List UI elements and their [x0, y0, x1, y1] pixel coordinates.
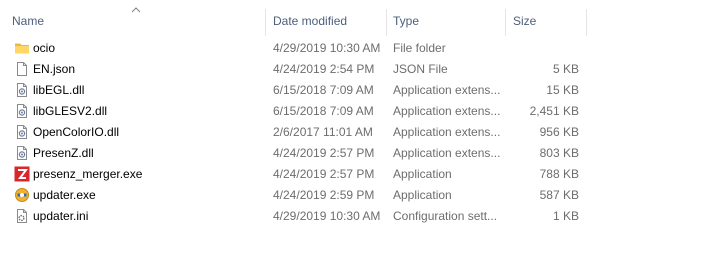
column-divider[interactable] — [586, 9, 587, 36]
file-name: OpenColorIO.dll — [33, 125, 120, 139]
file-type: Application extens... — [393, 146, 501, 160]
file-size: 587 KB — [539, 188, 579, 202]
file-date-modified: 4/24/2019 2:57 PM — [273, 167, 375, 181]
settings-file-icon — [14, 208, 30, 224]
file-rows: ocio 4/29/2019 10:30 AM File folder EN.j… — [0, 38, 712, 227]
file-name: libEGL.dll — [33, 83, 85, 97]
column-header-date-modified[interactable]: Date modified — [273, 12, 383, 30]
file-row[interactable]: EN.json 4/24/2019 2:54 PM JSON File 5 KB — [0, 59, 712, 80]
file-row[interactable]: updater.ini 4/29/2019 10:30 AM Configura… — [0, 206, 712, 227]
dll-icon — [14, 145, 30, 161]
file-size: 788 KB — [539, 167, 579, 181]
file-row[interactable]: PresenZ.dll 4/24/2019 2:57 PM Applicatio… — [0, 143, 712, 164]
file-row[interactable]: libGLESV2.dll 6/15/2018 7:09 AM Applicat… — [0, 101, 712, 122]
dll-icon — [14, 103, 30, 119]
presenz-app-icon — [14, 166, 30, 182]
file-row[interactable]: presenz_merger.exe 4/24/2019 2:57 PM App… — [0, 164, 712, 185]
file-row[interactable]: ocio 4/29/2019 10:30 AM File folder — [0, 38, 712, 59]
file-size: 15 KB — [546, 83, 579, 97]
file-date-modified: 4/29/2019 10:30 AM — [273, 41, 381, 55]
file-list-view: Name Date modified Type Size ocio 4/29/2… — [0, 0, 712, 265]
file-type: File folder — [393, 41, 446, 55]
file-name: updater.ini — [33, 209, 89, 223]
file-type: Configuration sett... — [393, 209, 498, 223]
column-header-bar: Name Date modified Type Size — [0, 0, 712, 37]
column-header-size[interactable]: Size — [513, 12, 583, 30]
column-divider[interactable] — [265, 9, 266, 36]
file-row[interactable]: updater.exe 4/24/2019 2:59 PM Applicatio… — [0, 185, 712, 206]
column-divider[interactable] — [386, 9, 387, 36]
file-date-modified: 6/15/2018 7:09 AM — [273, 83, 374, 97]
column-header-name[interactable]: Name — [12, 12, 262, 30]
folder-icon — [14, 40, 30, 56]
file-name: EN.json — [33, 62, 76, 76]
file-name: PresenZ.dll — [33, 146, 94, 160]
file-name: libGLESV2.dll — [33, 104, 108, 118]
file-date-modified: 4/29/2019 10:30 AM — [273, 209, 381, 223]
file-date-modified: 4/24/2019 2:54 PM — [273, 62, 375, 76]
file-name: presenz_merger.exe — [33, 167, 143, 181]
file-row[interactable]: libEGL.dll 6/15/2018 7:09 AM Application… — [0, 80, 712, 101]
file-date-modified: 6/15/2018 7:09 AM — [273, 104, 374, 118]
file-size: 5 KB — [552, 62, 579, 76]
file-date-modified: 2/6/2017 11:01 AM — [273, 125, 373, 139]
file-size: 956 KB — [539, 125, 579, 139]
file-type: Application extens... — [393, 125, 501, 139]
file-name: updater.exe — [33, 188, 96, 202]
file-size: 803 KB — [539, 146, 579, 160]
file-size: 2,451 KB — [529, 104, 579, 118]
file-type: JSON File — [393, 62, 448, 76]
updater-app-icon — [14, 187, 30, 203]
dll-icon — [14, 82, 30, 98]
document-icon — [14, 61, 30, 77]
file-size — [513, 38, 579, 59]
file-size: 1 KB — [552, 209, 579, 223]
column-divider[interactable] — [505, 9, 506, 36]
dll-icon — [14, 124, 30, 140]
file-type: Application — [393, 188, 452, 202]
file-type: Application extens... — [393, 83, 501, 97]
file-row[interactable]: OpenColorIO.dll 2/6/2017 11:01 AM Applic… — [0, 122, 712, 143]
file-date-modified: 4/24/2019 2:59 PM — [273, 188, 375, 202]
file-type: Application — [393, 167, 452, 181]
file-name: ocio — [33, 41, 56, 55]
sort-ascending-icon — [131, 3, 141, 13]
file-date-modified: 4/24/2019 2:57 PM — [273, 146, 375, 160]
file-type: Application extens... — [393, 104, 501, 118]
column-header-type[interactable]: Type — [393, 12, 503, 30]
